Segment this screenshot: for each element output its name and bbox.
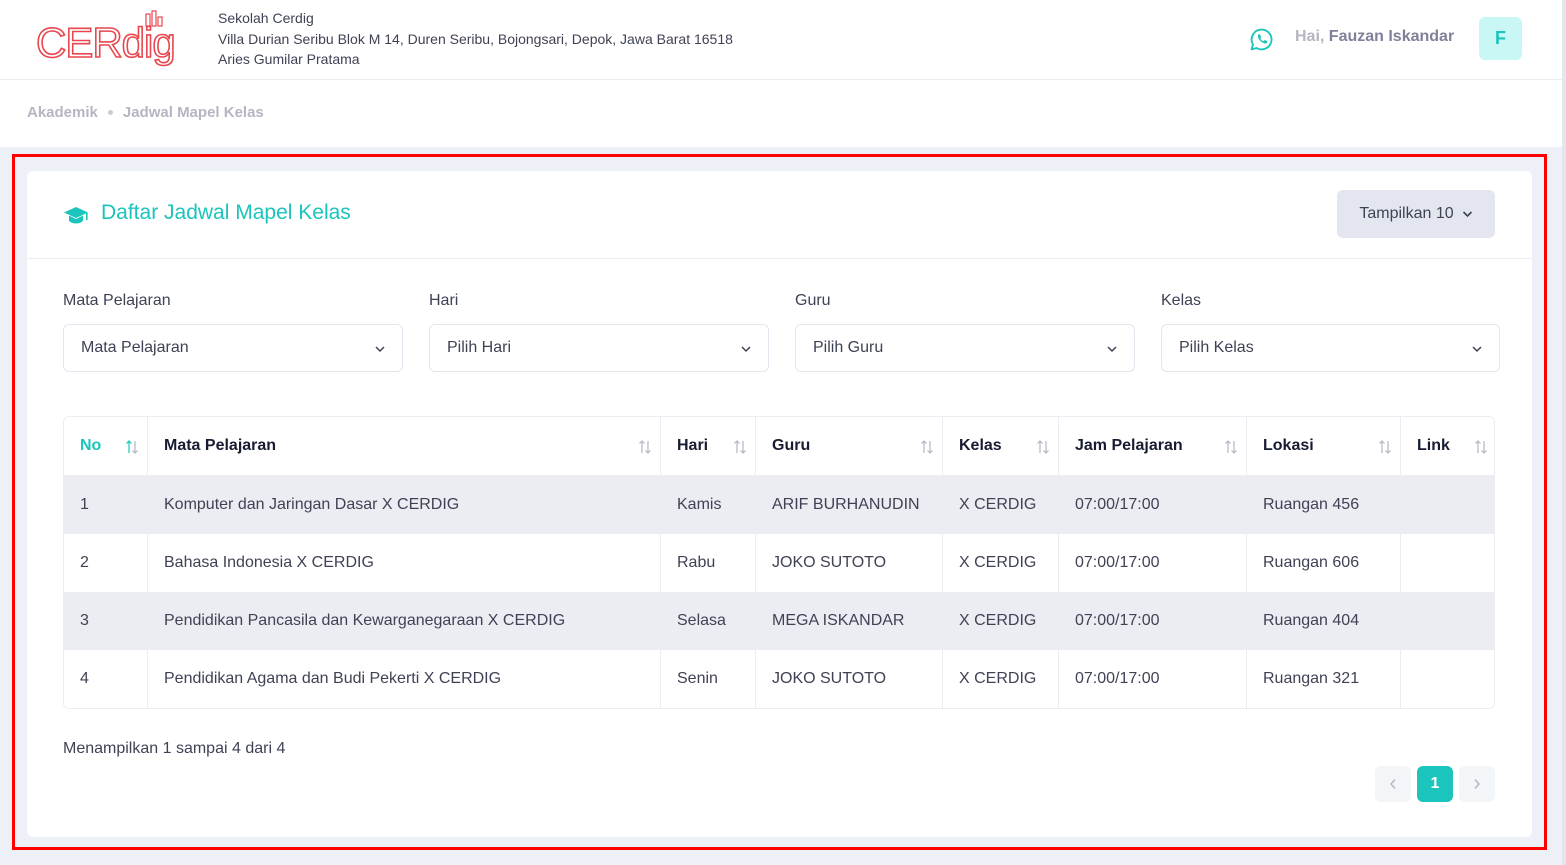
principal-name: Aries Gumilar Pratama (218, 51, 360, 67)
avatar[interactable]: F (1479, 17, 1522, 60)
top-header: CERdig Sekolah Cerdig Villa Durian Serib… (0, 0, 1566, 80)
breadcrumb-akademik[interactable]: Akademik (27, 104, 98, 121)
greeting-prefix: Hai, (1295, 28, 1325, 45)
school-address: Villa Durian Seribu Blok M 14, Duren Ser… (218, 30, 733, 47)
breadcrumb-jadwal-mapel-kelas[interactable]: Jadwal Mapel Kelas (123, 104, 264, 121)
user-greeting[interactable]: Hai, Fauzan Iskandar (1295, 28, 1454, 46)
user-name: Fauzan Iskandar (1328, 28, 1455, 45)
whatsapp-icon[interactable] (1249, 27, 1274, 52)
cerdig-logo[interactable]: CERdig (34, 10, 202, 70)
school-name: Sekolah Cerdig (218, 10, 314, 26)
breadcrumb-separator (107, 110, 113, 115)
page-scrollbar[interactable] (1562, 0, 1566, 865)
subheader: Akademik Jadwal Mapel Kelas (0, 80, 1566, 147)
school-info: Sekolah Cerdig Villa Durian Seribu Blok … (218, 8, 733, 70)
breadcrumb: Akademik Jadwal Mapel Kelas (27, 104, 264, 121)
highlight-frame (12, 154, 1547, 850)
